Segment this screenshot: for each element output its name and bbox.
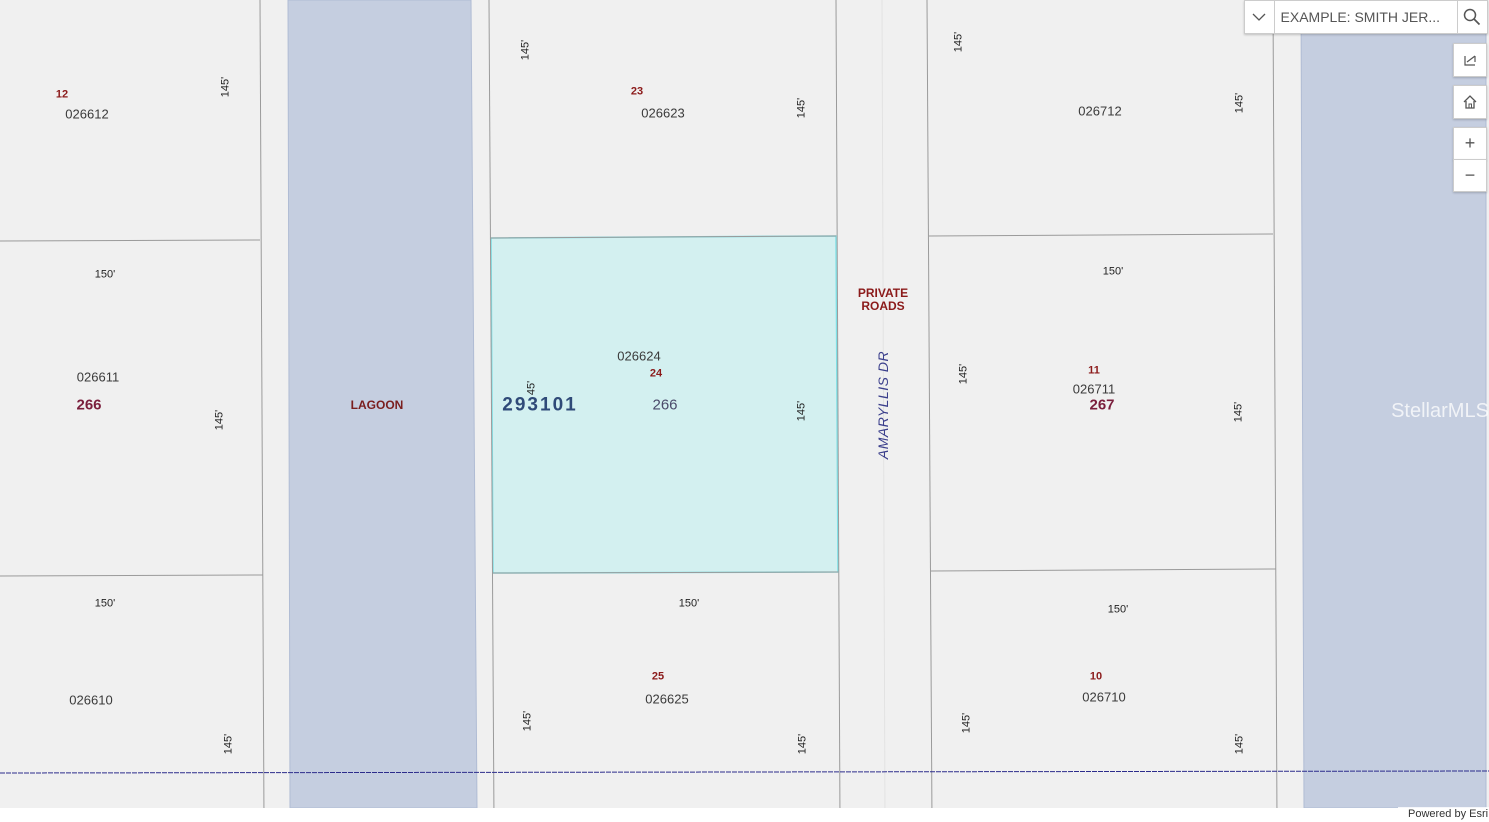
dimension-label: 145'	[795, 97, 808, 119]
dimension-label: 145'	[1233, 92, 1246, 114]
dimension-label: 145'	[519, 39, 532, 61]
layers-button[interactable]	[1453, 43, 1487, 77]
lot-number-24: 24	[649, 367, 663, 380]
dimension-label: 150'	[678, 597, 700, 610]
lot-number-25: 25	[651, 670, 665, 683]
dimension-label: 150'	[1107, 603, 1129, 616]
home-icon	[1463, 95, 1477, 109]
dimension-label: 145'	[1232, 401, 1245, 423]
dimension-label: 150'	[94, 268, 116, 281]
private-roads-label: PRIVATE ROADS	[857, 286, 909, 313]
parcel-id-026611[interactable]: 026611	[77, 371, 119, 384]
dimension-label: 145'	[952, 31, 965, 53]
stellarmls-watermark: StellarMLS	[1391, 400, 1489, 422]
parcel-id-026624[interactable]: 026624	[617, 350, 660, 363]
block-number-267: 267	[1089, 396, 1115, 414]
parcel-id-026710[interactable]: 026710	[1082, 691, 1125, 704]
dimension-label: 145'	[213, 409, 226, 431]
dimension-label: 145'	[219, 76, 232, 98]
lot-number-23: 23	[630, 85, 644, 98]
home-button[interactable]	[1453, 85, 1487, 119]
chevron-down-icon	[1252, 13, 1266, 21]
dimension-label: 145'	[957, 363, 970, 385]
parcel-id-026612[interactable]: 026612	[65, 108, 108, 121]
dimension-label: 145'	[222, 733, 235, 755]
street-label-amaryllis-dr: AMARYLLIS DR	[875, 350, 891, 460]
dimension-label: 150'	[94, 597, 116, 610]
dimension-label: 145'	[1233, 733, 1246, 755]
dimension-label: 145'	[960, 712, 973, 734]
zoom-in-button[interactable]: +	[1453, 127, 1487, 160]
dimension-label: 145'	[521, 710, 534, 732]
search-icon	[1464, 8, 1481, 26]
parcel-id-026623[interactable]: 026623	[641, 107, 684, 120]
block-number-266-left: 266	[76, 396, 102, 414]
lagoon-label: LAGOON	[350, 398, 404, 412]
parcel-id-026711[interactable]: 026711	[1073, 383, 1115, 396]
layers-icon	[1464, 55, 1476, 66]
parcel-id-026712[interactable]: 026712	[1078, 105, 1121, 118]
parcel-id-026625[interactable]: 026625	[645, 693, 688, 706]
block-number-266-mid: 266	[652, 396, 678, 414]
search-input[interactable]	[1274, 1, 1457, 33]
map-canvas[interactable]: 12 026612 145' 150' 026611 266 145' 150'…	[0, 0, 1489, 822]
zoom-out-button[interactable]: −	[1453, 159, 1487, 192]
dimension-label: 150'	[1102, 265, 1124, 278]
subdivision-number: 293101	[502, 394, 578, 416]
lot-number-12: 12	[55, 88, 69, 101]
lot-number-11: 11	[1088, 364, 1100, 377]
search-widget	[1244, 0, 1488, 34]
dimension-label: 45'	[525, 380, 538, 396]
search-button[interactable]	[1456, 1, 1487, 33]
dimension-label: 145'	[795, 400, 808, 422]
esri-attribution[interactable]: Powered by Esri	[1398, 807, 1489, 822]
parcel-id-026610[interactable]: 026610	[69, 694, 112, 707]
lot-number-10: 10	[1089, 670, 1103, 683]
dimension-label: 145'	[796, 733, 809, 755]
search-source-dropdown[interactable]	[1245, 1, 1275, 33]
